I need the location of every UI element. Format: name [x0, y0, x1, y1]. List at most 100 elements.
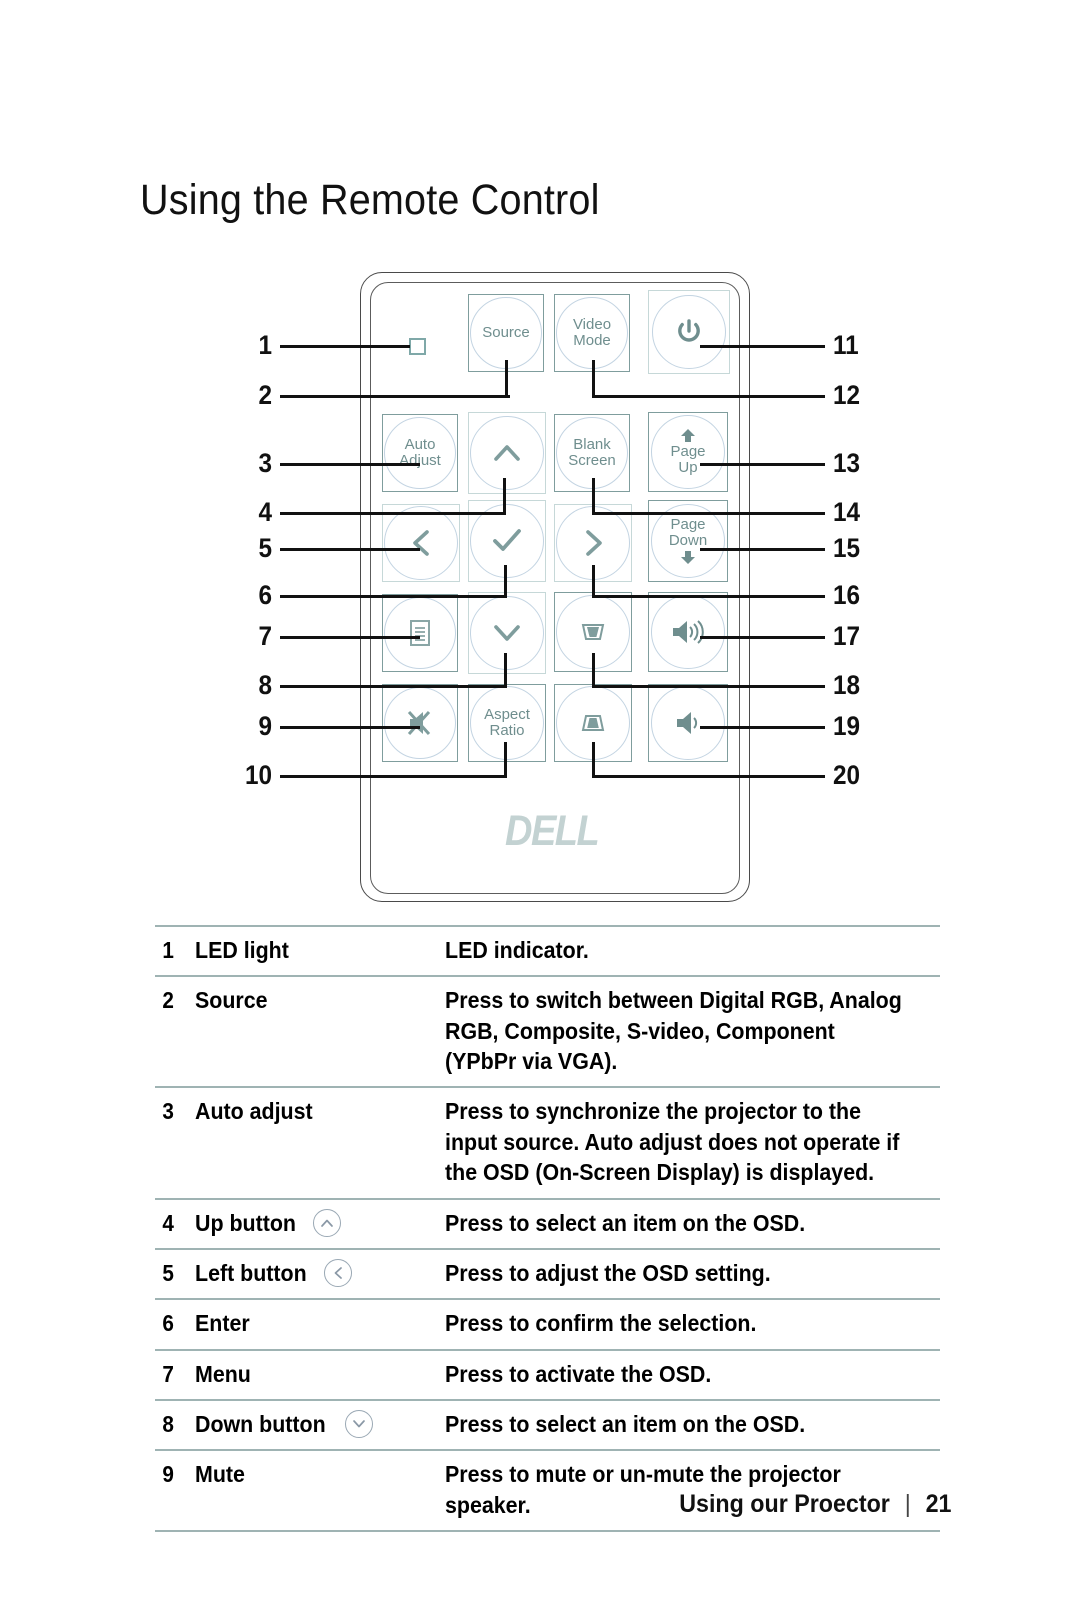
- table-row-description: Press to adjust the OSD setting.: [445, 1259, 771, 1286]
- button-volume-down[interactable]: [648, 684, 728, 762]
- callout-left-10: 10: [244, 760, 272, 790]
- leader-12b: [592, 360, 595, 398]
- chevron-down-icon: [492, 622, 522, 644]
- table-row: 5 Left button Press to adjust the OSD sett…: [155, 1247, 940, 1300]
- button-mute[interactable]: [382, 684, 458, 762]
- table-row: 7 Menu Press to activate the OSD.: [155, 1348, 940, 1400]
- leader-12a: [592, 395, 825, 398]
- table-row-number: 6: [157, 1298, 193, 1350]
- keystone-up-icon: [579, 620, 607, 644]
- leader-16a: [592, 595, 825, 598]
- callout-right-16: 16: [833, 580, 861, 610]
- leader-7: [280, 636, 420, 639]
- table-row-number: 9: [157, 1449, 193, 1533]
- leader-17: [700, 636, 825, 639]
- chevron-down-icon: [344, 1410, 373, 1439]
- callout-left-5: 5: [258, 533, 272, 563]
- table-row: 2 Source Press to switch between Digital R…: [155, 975, 940, 1088]
- button-page-up[interactable]: Page Up: [648, 412, 728, 492]
- table-row-number: 7: [157, 1348, 193, 1400]
- table-row-name-cell: Left button: [195, 1247, 445, 1300]
- table-row-name-cell: Auto adjust: [195, 1086, 445, 1199]
- table-row: 3 Auto adjust Press to synchronize the pro…: [155, 1086, 940, 1199]
- arrow-up-solid-icon: [678, 428, 698, 444]
- table-row-description: Press to synchronize the projector to th…: [445, 1098, 900, 1186]
- button-aspect-ratio-label-2: Ratio: [489, 722, 525, 739]
- leader-20a: [592, 775, 825, 778]
- table-row-name: Mute: [195, 1461, 245, 1488]
- arrow-down-solid-icon: [678, 549, 698, 565]
- leader-4b: [503, 478, 506, 515]
- button-auto-adjust-label-1: Auto: [404, 435, 436, 453]
- table-row-description: Press to confirm the selection.: [445, 1310, 757, 1337]
- button-video-mode-label-1: Video: [572, 315, 612, 333]
- table-row-description: Press to activate the OSD.: [445, 1360, 712, 1387]
- power-icon: [674, 317, 704, 347]
- callout-right-13: 13: [833, 448, 861, 478]
- table-row-number: 3: [157, 1086, 193, 1199]
- keystone-down-icon: [579, 711, 607, 735]
- callout-right-15: 15: [833, 533, 861, 563]
- volume-down-icon: [673, 709, 703, 737]
- check-icon: [491, 528, 523, 554]
- leader-3: [280, 463, 420, 466]
- chevron-right-icon: [582, 528, 604, 558]
- button-auto-adjust-label-2: Adjust: [399, 452, 441, 469]
- callout-right-12: 12: [833, 380, 861, 410]
- table-row-description: Press to switch between Digital RGB, Ana…: [445, 987, 902, 1075]
- leader-2b: [505, 360, 508, 398]
- table-row: 4 Up button Press to select an item on the…: [155, 1197, 940, 1249]
- leader-19: [700, 726, 825, 729]
- table-row-description-cell: Press to synchronize the projector to th…: [445, 1086, 940, 1199]
- table-row-number: 8: [157, 1398, 193, 1451]
- table-row-name-cell: Mute: [195, 1449, 445, 1533]
- volume-up-icon: [670, 618, 706, 646]
- table-row-number: 2: [157, 975, 193, 1088]
- remote-button-table: 1 LED light LED indicator. 2 Source Press to …: [155, 924, 940, 1533]
- button-down[interactable]: [468, 592, 546, 674]
- table-row-name-cell: LED light: [195, 924, 445, 977]
- table-row-number: 4: [157, 1197, 193, 1249]
- leader-20b: [592, 742, 595, 778]
- callout-left-4: 4: [258, 497, 272, 527]
- callout-right-18: 18: [833, 670, 861, 700]
- callout-left-9: 9: [258, 711, 272, 741]
- leader-8a: [280, 685, 507, 688]
- table-row-description-cell: Press to activate the OSD.: [445, 1348, 940, 1400]
- remote-control-diagram: Source Video Mode Auto Adjust Blank Scre…: [0, 250, 1080, 920]
- callout-right-20: 20: [833, 760, 861, 790]
- table-row-name: Down button: [195, 1410, 326, 1437]
- leader-18b: [592, 653, 595, 688]
- table-row-number: 5: [157, 1247, 193, 1300]
- led-light-indicator: [409, 338, 426, 355]
- leader-10b: [504, 742, 507, 778]
- leader-14a: [592, 512, 825, 515]
- table-row-description-cell: Press to confirm the selection.: [445, 1298, 940, 1350]
- leader-15: [700, 548, 825, 551]
- table-row-description-cell: Press to select an item on the OSD.: [445, 1398, 940, 1451]
- button-menu[interactable]: [382, 594, 458, 672]
- button-aspect-ratio[interactable]: Aspect Ratio: [468, 684, 546, 762]
- button-blank-screen-label-1: Blank: [573, 435, 611, 453]
- callout-right-14: 14: [833, 497, 861, 527]
- table-row-name-cell: Enter: [195, 1298, 445, 1350]
- button-up[interactable]: [468, 412, 546, 494]
- button-power[interactable]: [648, 290, 730, 374]
- button-volume-up[interactable]: [648, 592, 728, 672]
- table-row-name-cell: Up button: [195, 1197, 445, 1249]
- table-row-description: LED indicator.: [445, 937, 589, 963]
- leader-18a: [592, 685, 825, 688]
- table-row-description-cell: Press to adjust the OSD setting.: [445, 1247, 940, 1300]
- menu-list-icon: [408, 619, 432, 647]
- table-row-name: Menu: [195, 1360, 251, 1387]
- leader-4a: [280, 512, 505, 515]
- button-left[interactable]: [382, 504, 460, 582]
- speaker-mute-icon: [404, 708, 436, 738]
- callout-left-8: 8: [258, 670, 272, 700]
- table-row-description: Press to select an item on the OSD.: [445, 1410, 806, 1437]
- leader-1: [280, 345, 410, 348]
- table-row-name: Up button: [195, 1209, 296, 1236]
- leader-8b: [504, 653, 507, 688]
- button-auto-adjust[interactable]: Auto Adjust: [382, 414, 458, 492]
- button-aspect-ratio-label-1: Aspect: [484, 705, 530, 723]
